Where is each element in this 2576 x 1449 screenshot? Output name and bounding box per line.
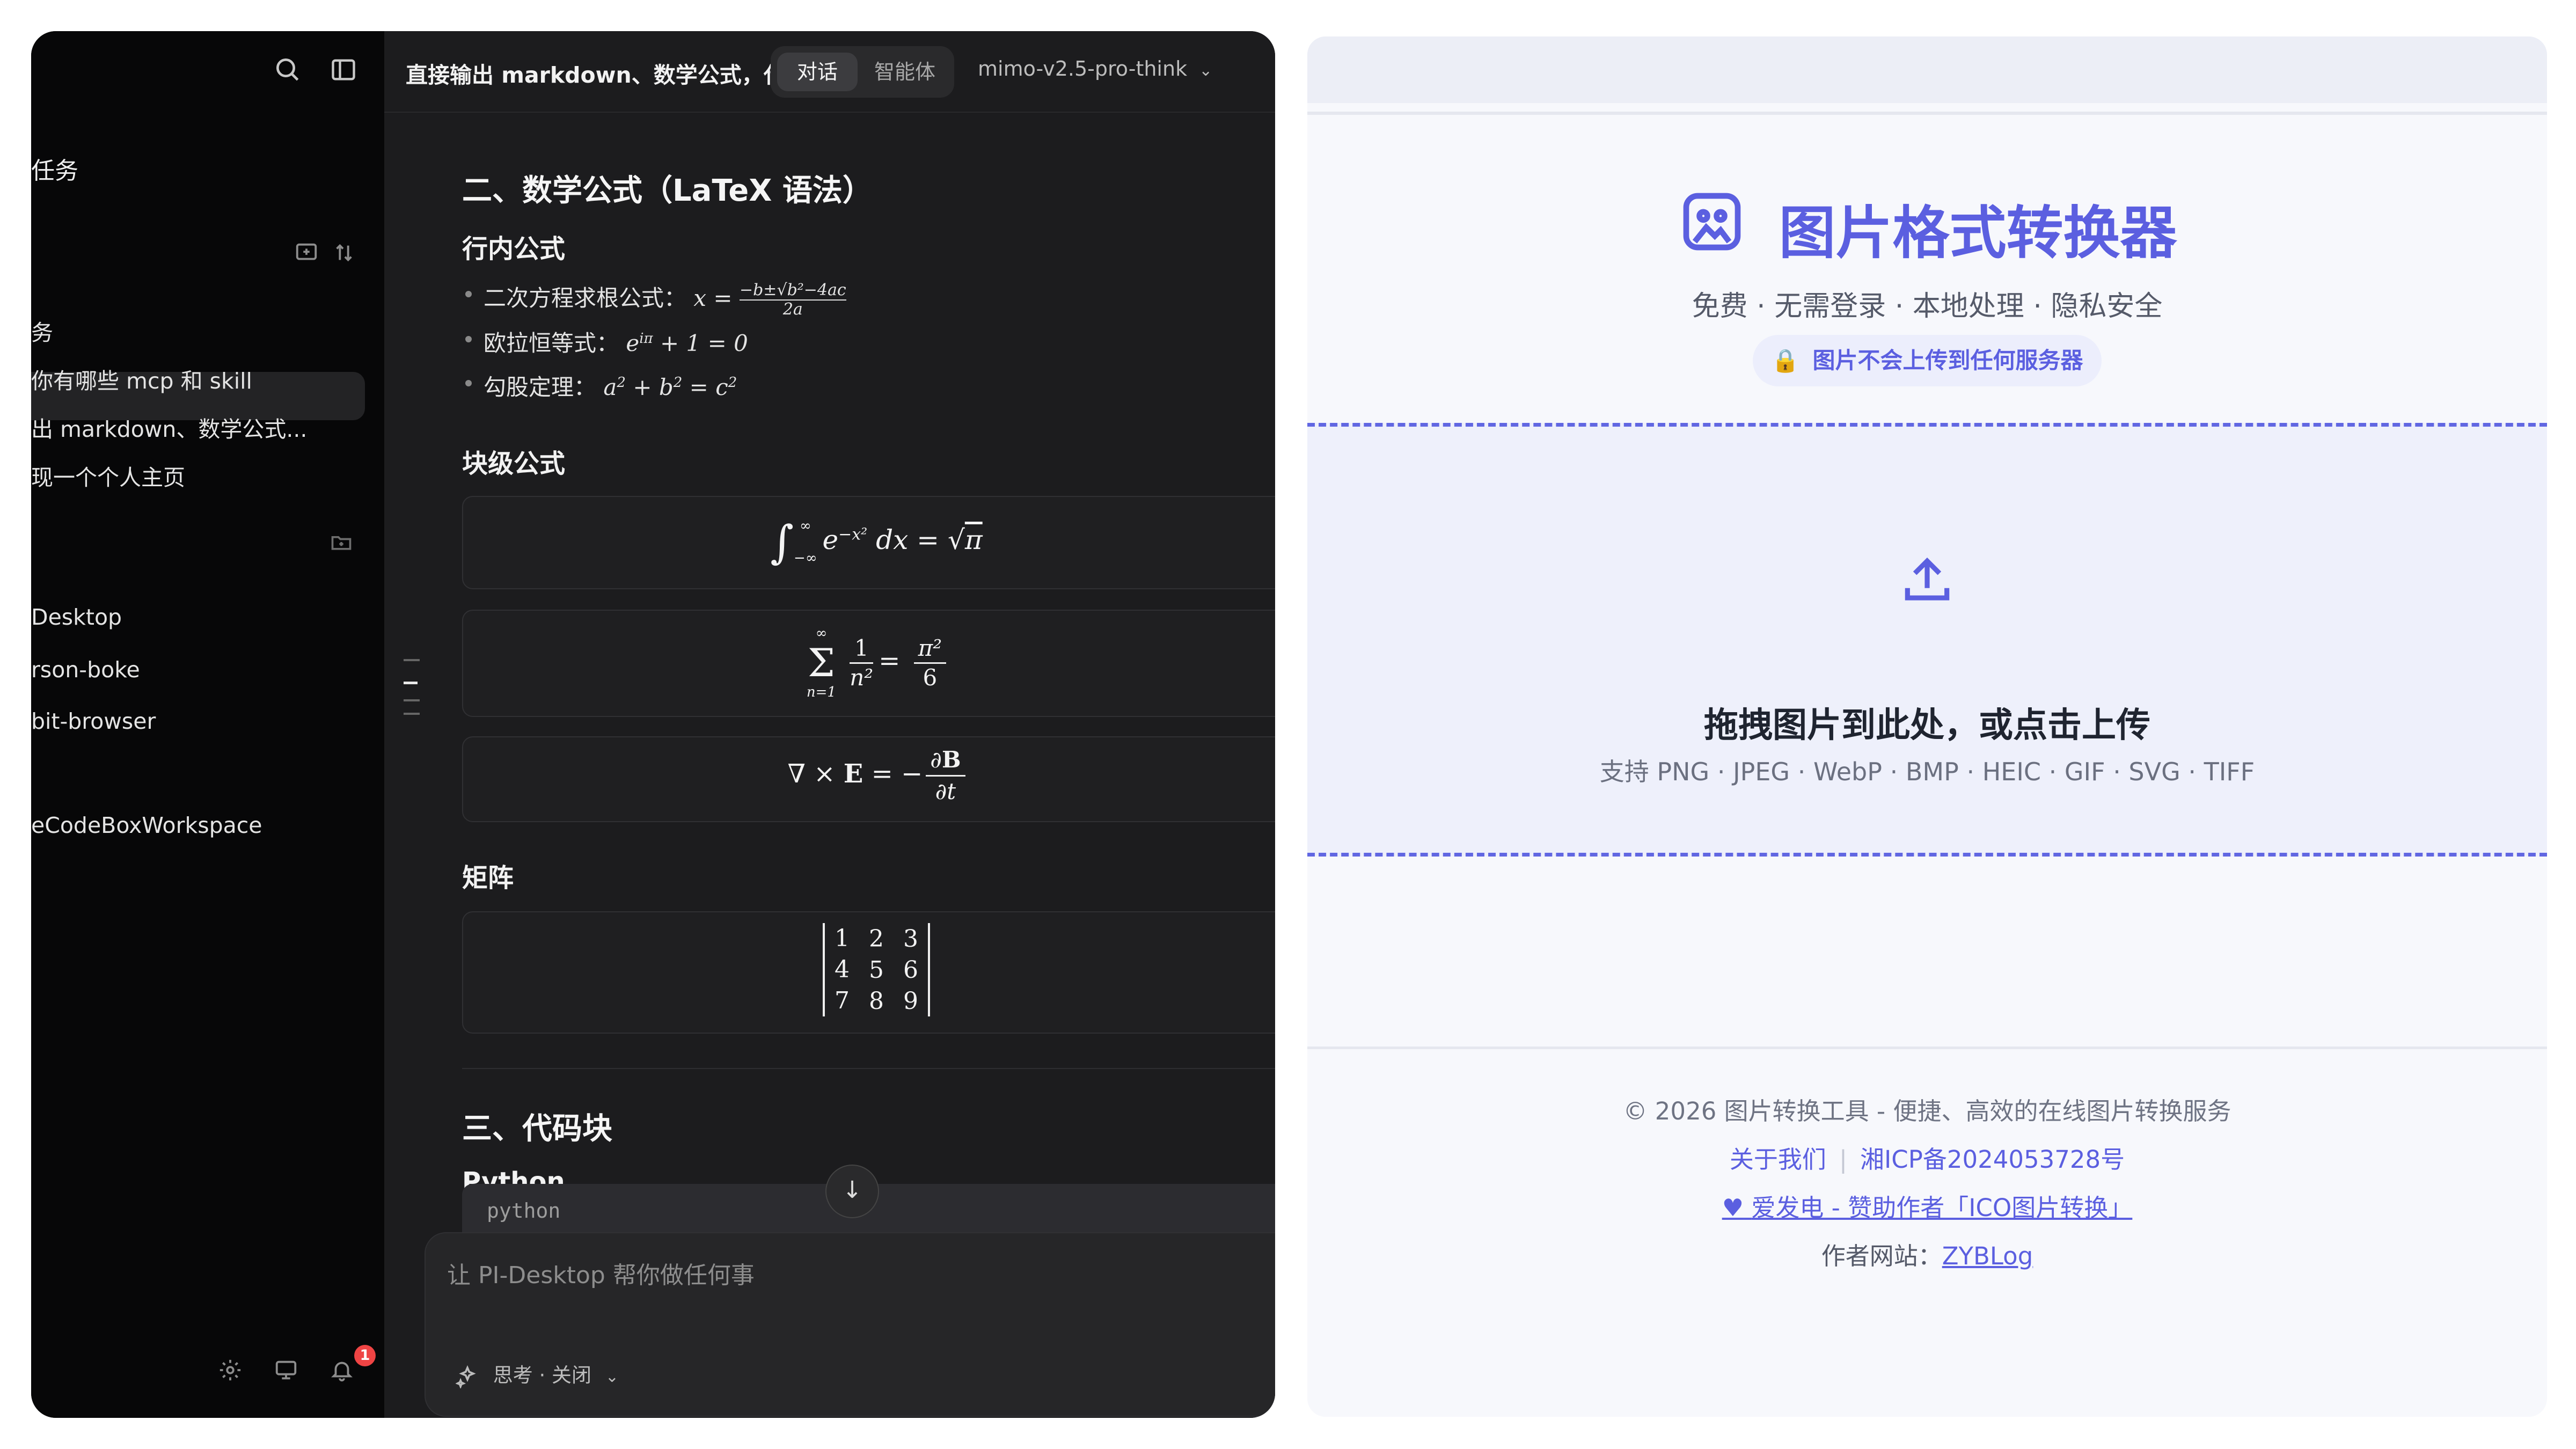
folder-item[interactable]: bit-browser (31, 708, 156, 734)
chat-item[interactable]: 你有哪些 mcp 和 skill (31, 363, 252, 395)
privacy-badge-text: 图片不会上传到任何服务器 (1812, 347, 2083, 374)
scroll-marker[interactable] (404, 659, 420, 661)
author-label: 作者网站： (1821, 1242, 1942, 1270)
divider (1307, 112, 2547, 115)
matrix: 123 456 789 (823, 923, 930, 1016)
inline-heading: 行内公式 (462, 234, 566, 264)
scroll-down-button[interactable]: ↓ (825, 1165, 879, 1218)
new-folder-icon[interactable] (330, 530, 353, 556)
app-title: 图片格式转换器 (1307, 187, 2547, 269)
folder-item[interactable]: eCodeBoxWorkspace (31, 813, 262, 838)
math-block-faraday: ∇ × E = − ∂B ∂t (462, 736, 1275, 822)
think-toggle[interactable]: 思考 · 关闭 ⌄ (455, 1359, 619, 1389)
matrix-cell: 7 (835, 987, 850, 1014)
separator: | (1839, 1145, 1848, 1174)
matrix-cell: 1 (835, 925, 850, 952)
pi-desktop-window: 任务 务 你有哪些 mcp 和 skill 出 markdown、数学公式...… (31, 31, 1275, 1418)
tasks-heading: 任务 (31, 157, 78, 185)
composer-input[interactable]: 让 PI-Desktop 帮你做任何事 (447, 1256, 755, 1290)
icp-link[interactable]: 湘ICP备2024053728号 (1860, 1145, 2125, 1174)
matrix-cell: 3 (903, 925, 918, 953)
matrix-cell: 9 (903, 987, 918, 1015)
think-label: 思考 · 关闭 (493, 1364, 592, 1387)
about-link[interactable]: 关于我们 (1730, 1145, 1826, 1174)
section-math-heading: 二、数学公式（LaTeX 语法） (462, 173, 873, 208)
scroll-marker[interactable] (404, 699, 420, 701)
model-name: mimo-v2.5-pro-think (978, 57, 1188, 80)
author-site: 作者网站：ZYBLog (1307, 1236, 2547, 1271)
list-item: 二次方程求根公式： x = −b±√b²−4ac 2a (465, 280, 846, 319)
chat-title: 直接输出 markdown、数学公式，代... (406, 62, 811, 88)
matrix-block: 123 456 789 (462, 911, 1275, 1034)
folder-item[interactable]: Desktop (31, 604, 122, 630)
block-heading: 块级公式 (462, 449, 566, 479)
folder-item[interactable]: rson-boke (31, 657, 140, 683)
matrix-cell: 8 (869, 987, 884, 1015)
browser-topbar (1307, 36, 2547, 103)
chat-topbar: 直接输出 markdown、数学公式，代... 对话 智能体 mimo-v2.5… (384, 31, 1275, 113)
scroll-marker-active[interactable] (404, 682, 418, 684)
footer-divider (1307, 1046, 2547, 1049)
list-item: 勾股定理： a2 + b2 = c2 (465, 369, 737, 402)
monitor-icon[interactable] (274, 1358, 298, 1385)
formula-pythagoras: a2 + b2 = c2 (603, 374, 737, 400)
section-code-heading: 三、代码块 (462, 1111, 612, 1146)
formula-euler: eiπ + 1 = 0 (626, 330, 748, 356)
math-block-basel: ∞ Σn=1 1 n² = π² 6 (462, 610, 1275, 717)
bullet (465, 336, 472, 342)
matrix-cell: 5 (869, 956, 884, 984)
new-task-icon[interactable] (294, 240, 319, 267)
scroll-marker[interactable] (404, 713, 420, 715)
bullet (465, 291, 472, 297)
tab-chat[interactable]: 对话 (777, 53, 858, 91)
sidebar: 任务 务 你有哪些 mcp 和 skill 出 markdown、数学公式...… (31, 31, 384, 1418)
app-subtitle: 免费 · 无需登录 · 本地处理 · 隐私安全 (1692, 290, 2163, 323)
list-label: 欧拉恒等式： (484, 330, 619, 356)
formula-quadratic: x = −b±√b²−4ac 2a (693, 281, 846, 319)
sidebar-toggle-icon[interactable] (330, 56, 357, 86)
heart-icon: ♥ (1722, 1194, 1744, 1222)
notification-badge: 1 (354, 1345, 376, 1366)
sponsor-link[interactable]: ♥ 爱发电 - 赞助作者「ICO图片转换」 (1307, 1188, 2547, 1223)
matrix-cell: 6 (903, 956, 918, 984)
arrow-down-icon: ↓ (842, 1176, 862, 1204)
footer-links: 关于我们 | 湘ICP备2024053728号 (1307, 1140, 2547, 1175)
image-icon (1678, 187, 1746, 269)
list-label: 二次方程求根公式： (484, 285, 687, 311)
sort-icon[interactable] (332, 240, 356, 267)
matrix-heading: 矩阵 (462, 863, 514, 893)
upload-dropzone[interactable]: 拖拽图片到此处，或点击上传 支持 PNG · JPEG · WebP · BMP… (1307, 423, 2547, 857)
chat-item-active[interactable]: 出 markdown、数学公式... (31, 411, 307, 443)
privacy-badge: 🔒 图片不会上传到任何服务器 (1753, 335, 2102, 386)
list-item: 欧拉恒等式： eiπ + 1 = 0 (465, 325, 748, 358)
app-title-text: 图片格式转换器 (1779, 200, 2177, 266)
sparkle-icon (455, 1364, 486, 1389)
math-block-gaussian: ∫ ∞ −∞ e−x² dx = √π (462, 496, 1275, 589)
search-icon[interactable] (273, 55, 303, 87)
dropzone-title: 拖拽图片到此处，或点击上传 (1704, 706, 2150, 745)
lock-icon: 🔒 (1771, 347, 1799, 374)
mode-tabs: 对话 智能体 (771, 46, 954, 98)
bell-icon[interactable] (330, 1358, 354, 1385)
bullet (465, 380, 472, 386)
tab-agent[interactable]: 智能体 (862, 53, 948, 91)
chat-item[interactable]: 现一个个人主页 (31, 459, 185, 492)
model-selector[interactable]: mimo-v2.5-pro-think ⌄ (978, 57, 1212, 80)
section-label: 务 (31, 320, 53, 346)
divider (462, 1068, 1275, 1069)
footer-copyright: © 2026 图片转换工具 - 便捷、高效的在线图片转换服务 (1623, 1097, 2231, 1125)
composer[interactable]: 让 PI-Desktop 帮你做任何事 思考 · 关闭 ⌄ (425, 1232, 1275, 1417)
settings-icon[interactable] (218, 1358, 243, 1385)
list-label: 勾股定理： (484, 374, 597, 400)
chevron-down-icon: ⌄ (605, 1367, 619, 1386)
author-link[interactable]: ZYBLog (1942, 1242, 2033, 1270)
upload-icon (1898, 551, 1957, 612)
sponsor-text: 爱发电 - 赞助作者「ICO图片转换」 (1751, 1194, 2133, 1222)
matrix-cell: 2 (869, 925, 884, 953)
code-language: python (487, 1199, 561, 1223)
matrix-cell: 4 (835, 956, 850, 983)
chevron-down-icon: ⌄ (1199, 61, 1213, 80)
supported-formats: 支持 PNG · JPEG · WebP · BMP · HEIC · GIF … (1599, 757, 2255, 786)
image-converter-window: 图片格式转换器 免费 · 无需登录 · 本地处理 · 隐私安全 🔒 图片不会上传… (1307, 36, 2547, 1417)
